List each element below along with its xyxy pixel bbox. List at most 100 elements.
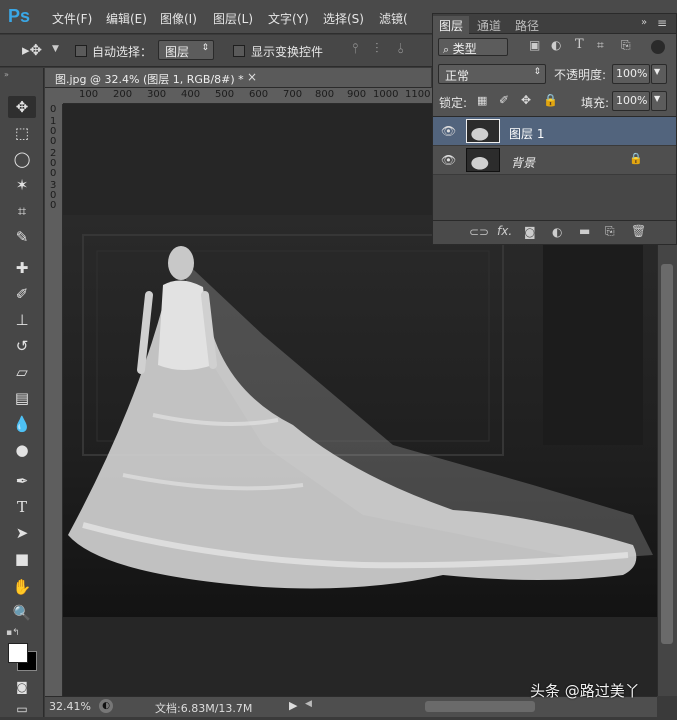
new-layer-icon[interactable]: ⎘	[605, 224, 615, 239]
panel-collapse-icon[interactable]: »	[641, 17, 647, 28]
lock-position-icon[interactable]: ✥	[521, 93, 531, 107]
hand-tool-icon[interactable]: ✋	[8, 576, 36, 598]
filter-type-icon[interactable]: T	[575, 37, 584, 52]
move-tool-icon[interactable]: ✥	[8, 96, 36, 118]
filter-type-label: 类型	[452, 42, 477, 56]
ruler-label: 400	[181, 89, 201, 100]
show-transform-checkbox[interactable]	[233, 45, 245, 57]
chevron-down-icon[interactable]: ▼	[52, 44, 59, 54]
foreground-color-swatch[interactable]	[8, 643, 28, 663]
horizontal-scrollbar-thumb[interactable]	[425, 701, 535, 712]
ruler-label: 600	[249, 89, 269, 100]
document-tab[interactable]: 图.jpg @ 32.4% (图层 1, RGB/8#) * ×	[45, 68, 431, 88]
pen-tool-icon[interactable]: ✒	[8, 470, 36, 492]
fill-input[interactable]: 100%	[612, 91, 650, 111]
menu-type[interactable]: 文字(Y)	[268, 10, 309, 27]
fill-slider-toggle-icon[interactable]: ▼	[651, 91, 667, 111]
close-tab-icon[interactable]: ×	[247, 70, 257, 84]
layer-name[interactable]: 图层 1	[509, 125, 544, 142]
document-title: 图.jpg @ 32.4% (图层 1, RGB/8#) *	[55, 73, 244, 86]
layer-name[interactable]: 背景	[511, 154, 535, 171]
align-top-icon[interactable]: ⫯	[352, 41, 358, 57]
zoom-level[interactable]: 32.41%	[49, 700, 91, 713]
layer-row[interactable]: 👁 图层 1	[433, 117, 676, 146]
vertical-ruler[interactable]: 0 1 0 0 2 0 0 3 0 0	[45, 104, 63, 696]
tab-channels[interactable]: 通道	[471, 16, 507, 34]
rectangle-tool-icon[interactable]: ■	[8, 548, 36, 570]
filter-toggle-icon[interactable]	[651, 40, 665, 54]
ruler-label: 1100	[405, 89, 431, 100]
blend-mode-dropdown[interactable]: 正常 ⇕	[438, 64, 546, 84]
menu-layer[interactable]: 图层(L)	[213, 10, 253, 27]
opacity-input[interactable]: 100%	[612, 64, 650, 84]
document-canvas-image[interactable]	[63, 215, 657, 617]
gradient-tool-icon[interactable]: ▤	[8, 387, 36, 409]
crop-tool-icon[interactable]: ⌗	[8, 200, 36, 222]
layer-filter-dropdown[interactable]: ⌕ 类型	[438, 38, 508, 56]
lasso-tool-icon[interactable]: ◯	[8, 148, 36, 170]
filter-adjustment-icon[interactable]: ◐	[551, 38, 561, 52]
ruler-label: 100	[79, 89, 99, 100]
move-tool-preset-icon[interactable]: ▸✥	[22, 41, 42, 59]
blur-tool-icon[interactable]: 💧	[8, 413, 36, 435]
lock-transparent-icon[interactable]: ▦	[477, 94, 487, 107]
eraser-icon[interactable]: ▱	[8, 361, 36, 383]
type-tool-icon[interactable]: T	[8, 496, 36, 518]
ruler-label: 500	[215, 89, 235, 100]
auto-select-checkbox[interactable]	[75, 45, 87, 57]
opacity-label: 不透明度:	[554, 68, 607, 82]
filter-shape-icon[interactable]: ⌗	[597, 38, 604, 53]
add-mask-icon[interactable]: ◙	[524, 225, 536, 239]
eye-icon[interactable]: 👁	[441, 153, 456, 167]
link-layers-icon[interactable]: ⊂⊃	[469, 225, 489, 239]
watermark-text: 头条 @路过美丫	[530, 682, 640, 700]
menu-image[interactable]: 图像(I)	[160, 10, 197, 27]
menu-select[interactable]: 选择(S)	[323, 10, 364, 27]
menu-edit[interactable]: 编辑(E)	[106, 10, 147, 27]
filter-pixel-icon[interactable]: ▣	[529, 38, 540, 52]
lock-image-icon[interactable]: ✐	[499, 93, 509, 107]
tab-paths[interactable]: 路径	[509, 16, 545, 34]
lock-icon: 🔒	[629, 152, 643, 165]
filter-smart-object-icon[interactable]: ⎘	[621, 38, 631, 53]
blend-mode-value: 正常	[445, 69, 470, 83]
zoom-tool-icon[interactable]: 🔍	[8, 602, 36, 624]
ruler-label: 0	[50, 136, 57, 147]
scrollbar-thumb[interactable]	[661, 264, 673, 644]
eyedropper-icon[interactable]: ✎	[8, 226, 36, 248]
fill-label: 填充:	[581, 96, 610, 110]
delete-layer-icon[interactable]: 🗑	[631, 224, 646, 238]
panel-menu-icon[interactable]: ≡	[657, 16, 667, 30]
default-colors-icon[interactable]: ▪↰	[6, 628, 20, 638]
history-brush-icon[interactable]: ↺	[8, 335, 36, 357]
auto-select-dropdown[interactable]: 图层 ⇕	[158, 40, 214, 60]
ruler-label: 700	[283, 89, 303, 100]
layer-row[interactable]: 👁 背景 🔒	[433, 146, 676, 175]
new-group-icon[interactable]: ▬	[579, 224, 590, 238]
show-transform-label: 显示变换控件	[251, 45, 324, 59]
healing-brush-icon[interactable]: ✚	[8, 257, 36, 279]
brush-tool-icon[interactable]: ✐	[8, 283, 36, 305]
menu-filter[interactable]: 滤镜(	[379, 10, 408, 27]
ruler-origin[interactable]	[45, 88, 63, 104]
eye-icon[interactable]: 👁	[441, 124, 456, 138]
status-menu-arrow-icon[interactable]: ▶	[289, 699, 297, 712]
magic-wand-icon[interactable]: ✶	[8, 174, 36, 196]
tab-layers[interactable]: 图层	[433, 16, 470, 34]
lock-all-icon[interactable]: 🔒	[543, 93, 558, 107]
collapse-arrows-icon[interactable]: »	[4, 70, 40, 79]
dodge-tool-icon[interactable]: ●	[8, 439, 36, 461]
layer-style-icon[interactable]: fx.	[497, 224, 512, 238]
quick-mask-icon[interactable]: ◙	[8, 676, 36, 698]
menu-file[interactable]: 文件(F)	[52, 10, 92, 27]
clone-stamp-icon[interactable]: ⊥	[8, 309, 36, 331]
adjustment-layer-icon[interactable]: ◐	[552, 225, 562, 239]
status-info-icon[interactable]: ◐	[99, 699, 113, 713]
align-vcenter-icon[interactable]: ⫶	[375, 41, 379, 57]
scroll-left-icon[interactable]: ◀	[305, 699, 312, 709]
opacity-slider-toggle-icon[interactable]: ▼	[651, 64, 667, 84]
chevron-updown-icon: ⇕	[201, 43, 209, 53]
marquee-tool-icon[interactable]: ⬚	[8, 122, 36, 144]
path-selection-icon[interactable]: ➤	[8, 522, 36, 544]
align-bottom-icon[interactable]: ⫰	[398, 41, 404, 57]
